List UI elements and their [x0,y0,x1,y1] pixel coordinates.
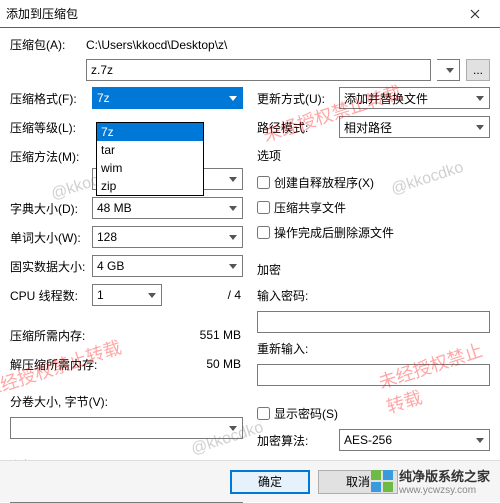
close-button[interactable] [456,0,494,28]
window-title: 添加到压缩包 [6,5,78,22]
mem-decompress-value: 50 MB [206,357,243,371]
logo-url: www.ycwzsy.com [399,485,490,496]
options-title: 选项 [257,147,490,164]
solid-label: 固实数据大小: [10,258,86,275]
opt-delete-checkbox[interactable]: 操作完成后删除源文件 [257,223,490,241]
threads-label: CPU 线程数: [10,287,86,304]
mem-compress-label: 压缩所需内存: [10,327,120,344]
password-input[interactable] [257,311,490,333]
pathmode-label: 路径模式: [257,119,333,136]
dict-select[interactable]: 48 MB [92,197,243,219]
split-select[interactable] [10,417,243,439]
update-select[interactable]: 添加并替换文件 [339,87,490,109]
format-option[interactable]: wim [97,159,203,177]
dict-label: 字典大小(D): [10,200,86,217]
brand-logo: 纯净版系统之家 www.ycwzsy.com [371,466,490,496]
opt-share-checkbox[interactable]: 压缩共享文件 [257,198,490,216]
ok-button[interactable]: 确定 [230,470,310,494]
update-label: 更新方式(U): [257,90,333,107]
threads-select[interactable]: 1 [92,284,162,306]
word-select[interactable]: 128 [92,226,243,248]
format-option[interactable]: 7z [97,123,203,141]
titlebar: 添加到压缩包 [0,0,500,28]
format-label: 压缩格式(F): [10,90,86,107]
opt-sfx-checkbox[interactable]: 创建自释放程序(X) [257,173,490,191]
split-label: 分卷大小, 字节(V): [10,395,108,409]
level-label: 压缩等级(L): [10,119,86,136]
logo-icon [371,470,393,492]
archive-path: C:\Users\kkocd\Desktop\z\ [86,38,227,52]
mem-compress-value: 551 MB [200,328,243,342]
pwd2-label: 重新输入: [257,342,308,356]
format-select[interactable]: 7z [92,87,243,109]
showpwd-checkbox[interactable]: 显示密码(S) [257,404,490,422]
archive-name-dropdown[interactable] [437,59,460,81]
close-icon [470,9,480,19]
pathmode-select[interactable]: 相对路径 [339,116,490,138]
browse-button[interactable]: ... [466,59,490,81]
enc-method-select[interactable]: AES-256 [339,429,490,451]
method-label: 压缩方法(M): [10,148,86,165]
password2-input[interactable] [257,364,490,386]
archive-label: 压缩包(A): [10,36,80,53]
logo-name: 纯净版系统之家 [399,466,490,485]
enc-title: 加密 [257,261,490,278]
mem-decompress-label: 解压缩所需内存: [10,356,120,373]
threads-max: / 4 [228,288,243,302]
pwd-label: 输入密码: [257,289,308,303]
word-label: 单词大小(W): [10,229,86,246]
archive-name-input[interactable] [86,59,431,81]
solid-select[interactable]: 4 GB [92,255,243,277]
enc-method-label: 加密算法: [257,432,333,449]
format-dropdown[interactable]: 7z tar wim zip [96,122,204,196]
format-option[interactable]: tar [97,141,203,159]
format-option[interactable]: zip [97,177,203,195]
